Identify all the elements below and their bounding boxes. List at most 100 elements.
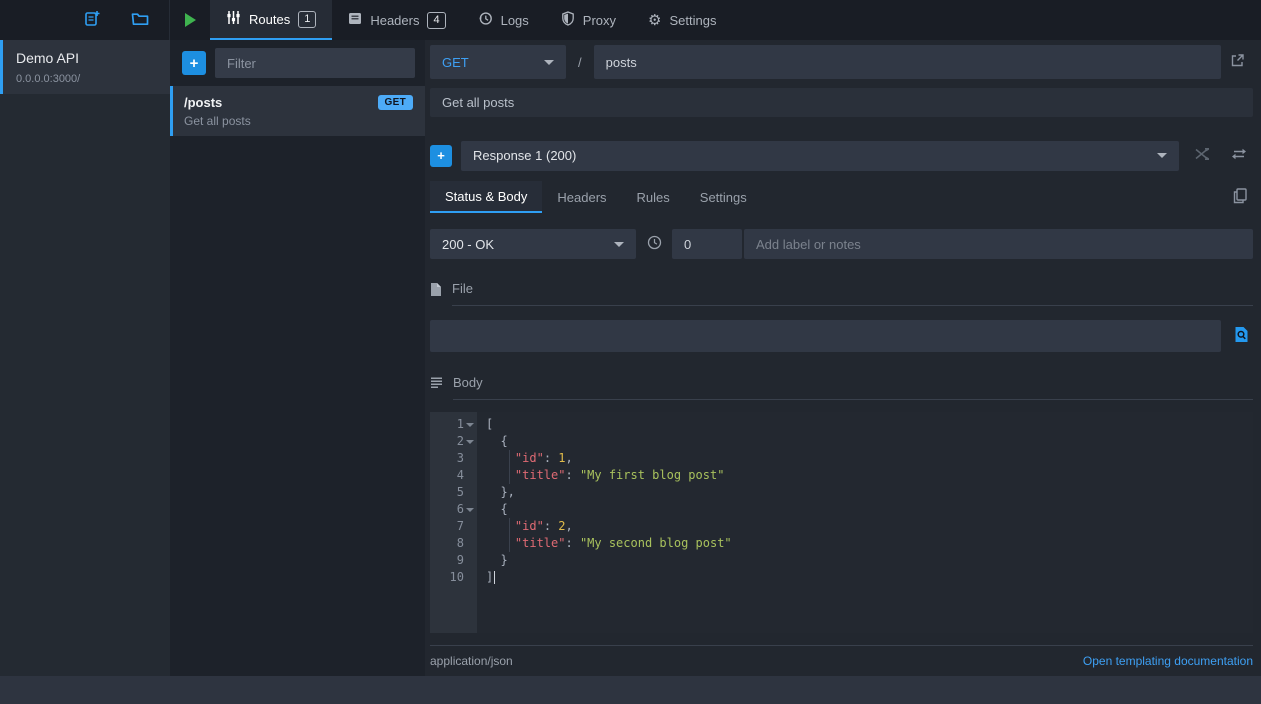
copy-icon bbox=[1233, 188, 1247, 207]
route-path-label: /posts bbox=[184, 95, 222, 110]
new-environment-button[interactable] bbox=[82, 8, 103, 32]
response-select[interactable]: Response 1 (200) bbox=[461, 141, 1179, 171]
folder-icon bbox=[131, 11, 149, 29]
play-icon bbox=[185, 13, 196, 27]
tab-settings[interactable]: ⚙ Settings bbox=[632, 0, 732, 40]
routes-icon bbox=[226, 10, 241, 28]
editor-code-line[interactable]: "id": 2, bbox=[486, 518, 1253, 535]
route-list-item[interactable]: /posts GET Get all posts bbox=[170, 86, 425, 136]
tab-settings-label: Settings bbox=[669, 13, 716, 28]
editor-code-line[interactable]: "title": "My first blog post" bbox=[486, 467, 1253, 484]
editor-code-line[interactable]: [ bbox=[486, 416, 1253, 433]
file-path-input[interactable] bbox=[430, 320, 1221, 352]
top-tabs: Routes 1 Headers 4 Logs Proxy bbox=[210, 0, 732, 40]
status-row: 200 - OK bbox=[430, 229, 1253, 259]
add-response-button[interactable]: + bbox=[430, 145, 452, 167]
editor-line-number[interactable]: 9 bbox=[430, 552, 477, 569]
tab-logs-label: Logs bbox=[501, 13, 529, 28]
editor-code-line[interactable]: } bbox=[486, 552, 1253, 569]
shuffle-icon bbox=[1194, 147, 1210, 164]
tab-headers[interactable]: Headers 4 bbox=[332, 0, 461, 40]
latency-input[interactable] bbox=[672, 229, 742, 259]
fold-caret-icon[interactable] bbox=[466, 423, 474, 427]
open-environment-button[interactable] bbox=[129, 9, 151, 31]
tab-proxy[interactable]: Proxy bbox=[545, 0, 632, 40]
routes-panel: + /posts GET Get all posts bbox=[170, 40, 425, 676]
fold-caret-icon[interactable] bbox=[466, 440, 474, 444]
bottom-status-bar bbox=[0, 676, 1261, 704]
method-select-value: GET bbox=[442, 55, 469, 70]
templating-documentation-link[interactable]: Open templating documentation bbox=[1083, 654, 1253, 668]
status-code-select[interactable]: 200 - OK bbox=[430, 229, 636, 259]
body-code-editor[interactable]: 12345678910 [ { "id": 1, "title": "My fi… bbox=[430, 412, 1253, 633]
editor-footer: application/json Open templating documen… bbox=[430, 645, 1253, 676]
route-path-input[interactable] bbox=[594, 45, 1221, 79]
add-route-button[interactable]: + bbox=[182, 51, 206, 75]
tab-response-settings[interactable]: Settings bbox=[685, 181, 762, 214]
start-server-button[interactable] bbox=[170, 0, 210, 40]
route-method-badge: GET bbox=[378, 95, 413, 110]
body-section-label: Body bbox=[453, 375, 483, 390]
environment-item[interactable]: Demo API 0.0.0.0:3000/ bbox=[0, 40, 170, 94]
file-search-icon bbox=[1234, 326, 1249, 346]
response-selector-row: + Response 1 (200) bbox=[430, 141, 1253, 171]
route-details-panel: GET / + Response 1 (200) bbox=[425, 40, 1261, 676]
status-code-value: 200 - OK bbox=[442, 237, 494, 252]
editor-line-number[interactable]: 5 bbox=[430, 484, 477, 501]
shield-icon bbox=[561, 11, 575, 29]
editor-line-number[interactable]: 3 bbox=[430, 450, 477, 467]
file-section-header: File bbox=[430, 281, 1253, 306]
clock-icon bbox=[647, 235, 662, 253]
method-select[interactable]: GET bbox=[430, 45, 566, 79]
new-environment-icon bbox=[84, 10, 101, 30]
routes-filter-input[interactable] bbox=[215, 48, 415, 78]
browse-file-button[interactable] bbox=[1229, 326, 1253, 346]
route-description-label: Get all posts bbox=[184, 114, 413, 128]
open-route-in-browser-button[interactable] bbox=[1221, 53, 1253, 71]
editor-code-line[interactable]: { bbox=[486, 501, 1253, 518]
sequential-response-toggle[interactable] bbox=[1225, 147, 1253, 164]
headers-icon bbox=[348, 12, 362, 28]
response-label-input[interactable] bbox=[744, 229, 1253, 259]
editor-line-number[interactable]: 1 bbox=[430, 416, 477, 433]
top-bar: Routes 1 Headers 4 Logs Proxy bbox=[0, 0, 1261, 40]
random-response-toggle[interactable] bbox=[1188, 147, 1216, 164]
editor-line-number[interactable]: 4 bbox=[430, 467, 477, 484]
environment-actions bbox=[0, 0, 170, 40]
tab-status-body[interactable]: Status & Body bbox=[430, 181, 542, 214]
mockoon-app-window: Routes 1 Headers 4 Logs Proxy bbox=[0, 0, 1261, 704]
editor-code-line[interactable]: "id": 1, bbox=[486, 450, 1253, 467]
chevron-down-icon bbox=[1157, 153, 1167, 158]
tab-response-headers[interactable]: Headers bbox=[542, 181, 621, 214]
tab-headers-badge: 4 bbox=[427, 12, 445, 29]
routes-panel-header: + bbox=[170, 40, 425, 86]
fold-caret-icon[interactable] bbox=[466, 508, 474, 512]
editor-line-number[interactable]: 6 bbox=[430, 501, 477, 518]
file-row bbox=[430, 320, 1253, 352]
duplicate-response-button[interactable] bbox=[1233, 181, 1253, 214]
chevron-down-icon bbox=[544, 60, 554, 65]
editor-gutter: 12345678910 bbox=[430, 412, 477, 633]
route-documentation-input[interactable] bbox=[430, 88, 1253, 117]
editor-line-number[interactable]: 8 bbox=[430, 535, 477, 552]
editor-line-number[interactable]: 10 bbox=[430, 569, 477, 586]
editor-code-line[interactable]: ] bbox=[486, 569, 1253, 586]
tab-status-body-label: Status & Body bbox=[445, 189, 527, 204]
editor-line-number[interactable]: 7 bbox=[430, 518, 477, 535]
tab-logs[interactable]: Logs bbox=[462, 0, 545, 40]
environments-sidebar: Demo API 0.0.0.0:3000/ bbox=[0, 40, 170, 676]
tab-routes-label: Routes bbox=[249, 12, 290, 27]
tab-routes[interactable]: Routes 1 bbox=[210, 0, 332, 40]
tab-rules[interactable]: Rules bbox=[622, 181, 685, 214]
route-url-row: GET / bbox=[430, 45, 1253, 79]
editor-code-line[interactable]: }, bbox=[486, 484, 1253, 501]
file-section-label: File bbox=[452, 281, 473, 296]
editor-code-line[interactable]: "title": "My second blog post" bbox=[486, 535, 1253, 552]
repeat-icon bbox=[1231, 147, 1247, 164]
editor-code-line[interactable]: { bbox=[486, 433, 1253, 450]
body-editor-lines: [ { "id": 1, "title": "My first blog pos… bbox=[477, 412, 1253, 633]
editor-line-number[interactable]: 2 bbox=[430, 433, 477, 450]
file-icon bbox=[430, 281, 442, 300]
text-cursor bbox=[494, 571, 495, 584]
latency-indicator bbox=[636, 235, 672, 253]
